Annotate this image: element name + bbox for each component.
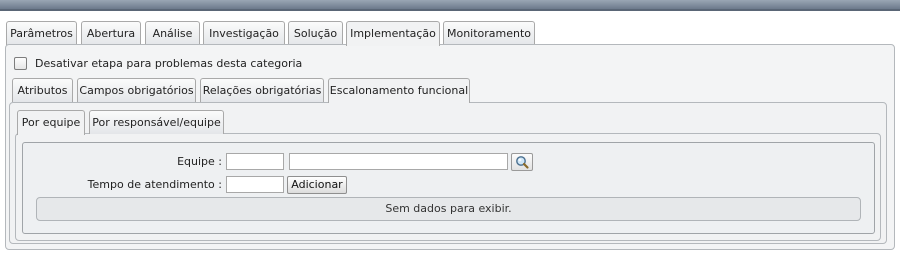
disable-step-checkbox[interactable] (14, 57, 27, 70)
add-button[interactable]: Adicionar (287, 176, 347, 194)
tab-abertura[interactable]: Abertura (81, 21, 141, 45)
magnifier-icon (516, 156, 529, 169)
tab-parametros[interactable]: Parâmetros (6, 21, 77, 45)
disable-step-label: Desativar etapa para problemas desta cat… (35, 57, 303, 70)
tab-atributos[interactable]: Atributos (12, 78, 73, 102)
tab-analise[interactable]: Análise (145, 21, 200, 45)
tab-solucao[interactable]: Solução (288, 21, 343, 45)
tab-monitoramento[interactable]: Monitoramento (443, 21, 535, 45)
window-top-bar (0, 0, 900, 11)
tab-investigacao[interactable]: Investigação (203, 21, 285, 45)
team-code-input[interactable] (226, 153, 284, 170)
team-label: Equipe : (177, 155, 222, 168)
tab-implementacao[interactable]: Implementação (346, 21, 440, 46)
tab-campos-obrigatorios[interactable]: Campos obrigatórios (77, 78, 196, 102)
empty-grid-message: Sem dados para exibir. (36, 197, 861, 221)
team-search-button[interactable] (511, 153, 533, 171)
service-time-label: Tempo de atendimento : (87, 178, 222, 191)
service-time-input[interactable] (226, 176, 284, 193)
tab-por-equipe[interactable]: Por equipe (17, 110, 85, 135)
team-name-input[interactable] (289, 153, 508, 170)
tab-relacoes-obrigatorias[interactable]: Relações obrigatórias (200, 78, 324, 102)
tab-escalonamento-funcional[interactable]: Escalonamento funcional (328, 78, 470, 103)
tab-por-responsavel-equipe[interactable]: Por responsável/equipe (89, 110, 224, 134)
